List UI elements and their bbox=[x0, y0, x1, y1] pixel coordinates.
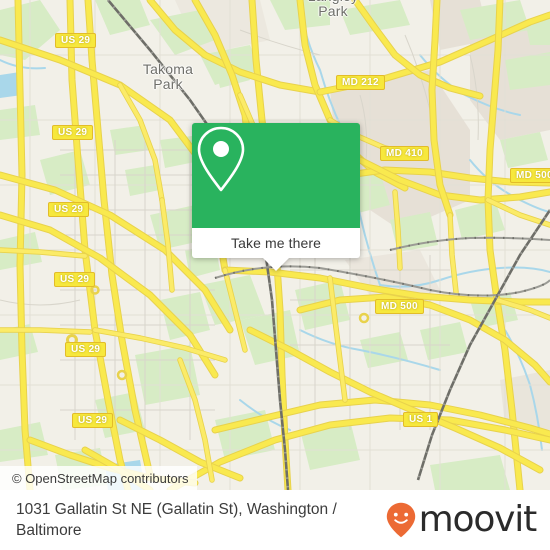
shield-label: US 29 bbox=[71, 344, 101, 355]
shield-md-500-b: MD 500 bbox=[375, 299, 424, 314]
shield-label: MD 212 bbox=[342, 77, 379, 88]
shield-us-1: US 1 bbox=[403, 412, 439, 427]
shield-label: MD 410 bbox=[386, 148, 423, 159]
osm-attribution[interactable]: © OpenStreetMap contributors bbox=[0, 466, 197, 490]
shield-us-29-1: US 29 bbox=[55, 33, 97, 48]
shield-label: MD 500 bbox=[516, 170, 550, 181]
shield-label: US 29 bbox=[61, 35, 91, 46]
shield-md-212: MD 212 bbox=[336, 75, 385, 90]
shield-label: US 29 bbox=[78, 415, 108, 426]
location-popup[interactable]: Take me there bbox=[192, 123, 360, 271]
shield-label: US 29 bbox=[54, 204, 84, 215]
moovit-pin-icon bbox=[386, 502, 415, 538]
shield-md-500-a: MD 500 bbox=[510, 168, 550, 183]
shield-us-29-3: US 29 bbox=[48, 202, 90, 217]
take-me-there-button[interactable]: Take me there bbox=[192, 228, 360, 258]
map-canvas[interactable]: .park { fill:#d7ecc5; } .park2 { fill:#e… bbox=[0, 0, 550, 490]
shield-us-29-6: US 29 bbox=[72, 413, 114, 428]
moovit-station-map-screen: .park { fill:#d7ecc5; } .park2 { fill:#e… bbox=[0, 0, 550, 550]
footer-bar: 1031 Gallatin St NE (Gallatin St), Washi… bbox=[0, 490, 550, 550]
shield-label: US 29 bbox=[58, 127, 88, 138]
moovit-wordmark: moovit bbox=[418, 499, 538, 540]
shield-label: US 29 bbox=[60, 274, 90, 285]
moovit-brand[interactable]: moovit bbox=[386, 499, 538, 540]
osm-attribution-text: © OpenStreetMap contributors bbox=[12, 470, 189, 486]
popup-header bbox=[192, 123, 360, 228]
station-address-title: 1031 Gallatin St NE (Gallatin St), Washi… bbox=[16, 501, 337, 539]
shield-us-29-2: US 29 bbox=[52, 125, 94, 140]
shield-label: US 1 bbox=[409, 414, 433, 425]
shield-label: MD 500 bbox=[381, 301, 418, 312]
shield-us-29-4: US 29 bbox=[54, 272, 96, 287]
popup-pointer bbox=[263, 258, 289, 271]
shield-us-29-5: US 29 bbox=[65, 342, 107, 357]
take-me-there-label: Take me there bbox=[230, 235, 321, 251]
shield-md-410: MD 410 bbox=[380, 146, 429, 161]
map-pin-icon bbox=[197, 126, 245, 192]
